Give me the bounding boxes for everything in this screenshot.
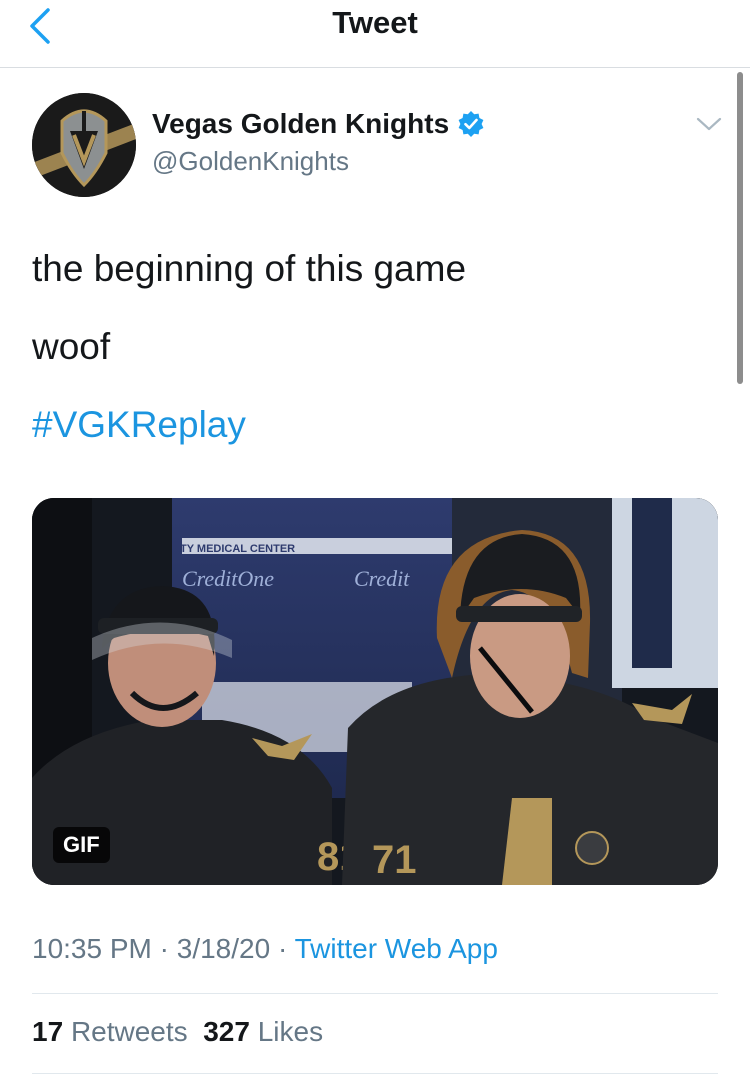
- verified-badge-icon: [458, 111, 484, 137]
- retweets-label: Retweets: [70, 1016, 188, 1047]
- tweet-stats: 17 Retweets 327 Likes: [32, 1016, 323, 1048]
- tweet-source-link[interactable]: Twitter Web App: [295, 933, 498, 964]
- author-name-row[interactable]: Vegas Golden Knights: [152, 108, 485, 140]
- retweets-count: 17: [32, 1016, 64, 1047]
- tweet-text-line-1: the beginning of this game: [32, 248, 467, 289]
- meta-separator: ·: [151, 933, 177, 964]
- nav-bar: Tweet: [0, 0, 750, 68]
- gif-badge: GIF: [53, 827, 110, 863]
- scrollbar[interactable]: [737, 72, 743, 384]
- hashtag-link[interactable]: #VGKReplay: [32, 404, 712, 446]
- tweet-meta: 10:35 PM · 3/18/20 · Twitter Web App: [32, 933, 498, 965]
- page-title: Tweet: [332, 5, 418, 40]
- tweet-time: 10:35 PM: [32, 933, 152, 964]
- divider: [32, 1073, 718, 1074]
- gif-media[interactable]: TY MEDICAL CENTER CreditOne Credit 81 71…: [32, 498, 718, 885]
- retweets-stat[interactable]: 17 Retweets: [32, 1016, 188, 1047]
- divider: [32, 993, 718, 994]
- jersey-number-right: 71: [372, 838, 417, 882]
- likes-count: 327: [203, 1016, 250, 1047]
- tweet-date: 3/18/20: [176, 933, 271, 964]
- tweet-text-line-2: woof: [32, 326, 111, 367]
- board-text-2: CreditOne: [182, 566, 274, 591]
- board-text-1: TY MEDICAL CENTER: [180, 543, 295, 555]
- likes-stat[interactable]: 327 Likes: [203, 1016, 323, 1047]
- author-handle[interactable]: @GoldenKnights: [152, 146, 349, 177]
- author-display-name[interactable]: Vegas Golden Knights: [152, 108, 449, 140]
- board-text-3: Credit: [354, 566, 410, 591]
- meta-separator: ·: [270, 933, 295, 964]
- chevron-down-icon[interactable]: [694, 112, 724, 136]
- team-logo-icon: [32, 93, 136, 197]
- avatar[interactable]: [32, 93, 136, 197]
- gif-frame-image: TY MEDICAL CENTER CreditOne Credit 81 71: [32, 498, 718, 885]
- likes-label: Likes: [257, 1016, 324, 1047]
